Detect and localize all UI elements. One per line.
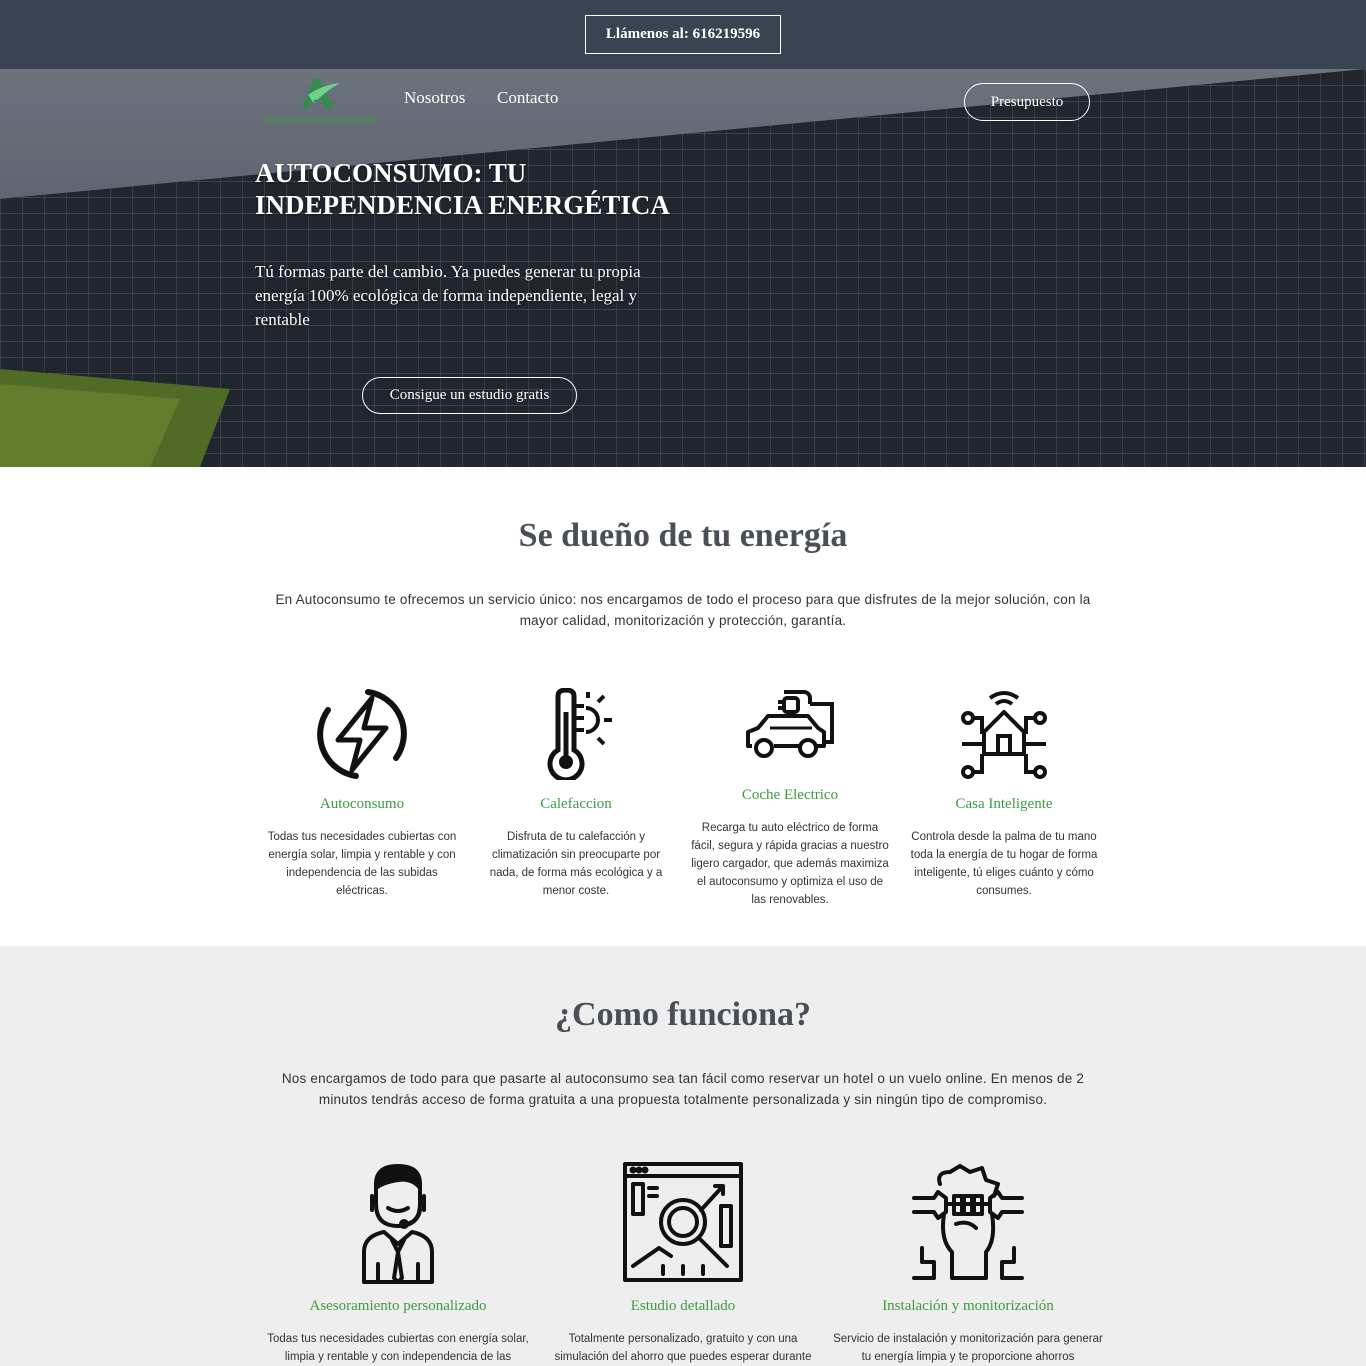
electric-car-icon	[746, 690, 834, 758]
analysis-icon	[623, 1162, 743, 1282]
solar-panels-background	[0, 69, 1366, 467]
step-estudio: Estudio detallado Totalmente personaliza…	[543, 1160, 823, 1363]
feature-title: Autoconsumo	[319, 796, 405, 812]
services-intro: En Autoconsumo te ofrecemos un servicio …	[275, 592, 1091, 628]
lightning-icon	[317, 689, 407, 779]
nav-contacto[interactable]: Contacto	[497, 88, 558, 108]
hero-text: Tú formas parte del cambio. Ya puedes ge…	[255, 262, 641, 329]
step-title: Instalación y monitorización	[882, 1298, 1054, 1314]
budget-button[interactable]: Presupuesto	[964, 83, 1090, 121]
feature-title: Casa Inteligente	[955, 796, 1053, 812]
hero-title: AUTOCONSUMO: TU INDEPENDENCIA ENERGÉTICA	[255, 158, 670, 220]
feature-text: Recarga tu auto eléctrico de forma fácil…	[691, 822, 889, 906]
step-asesoramiento: Asesoramiento personalizado Todas tus ne…	[258, 1160, 538, 1363]
feature-casa: Casa Inteligente Controla desde la palma…	[904, 688, 1104, 897]
step-instalacion: Instalación y monitorización Servicio de…	[828, 1160, 1108, 1363]
services-title: Se dueño de tu energía	[518, 517, 848, 554]
top-bar: Llámenos al: 616219596	[0, 0, 1366, 69]
feature-text: Controla desde la palma de tu mano toda …	[910, 831, 1098, 897]
feature-autoconsumo: Autoconsumo Todas tus necesidades cubier…	[262, 688, 462, 897]
call-button[interactable]: Llámenos al: 616219596	[585, 15, 781, 54]
hero-section: Nosotros Contacto Presupuesto AUTOCONSUM…	[0, 69, 1366, 467]
how-intro: Nos encargamos de todo para que pasarte …	[281, 1071, 1085, 1107]
feature-coche: Coche Electrico Recarga tu auto eléctric…	[690, 688, 890, 906]
installation-icon	[912, 1164, 1024, 1280]
how-title: ¿Como funciona?	[555, 996, 811, 1033]
feature-text: Todas tus necesidades cubiertas con ener…	[267, 831, 457, 897]
feature-title: Calefaccion	[540, 796, 612, 812]
step-text: Todas tus necesidades cubiertas con ener…	[267, 1333, 529, 1363]
free-study-button[interactable]: Consigue un estudio gratis	[362, 377, 577, 414]
advisor-icon	[362, 1164, 434, 1284]
step-text: Servicio de instalación y monitorización…	[833, 1333, 1103, 1363]
step-text: Totalmente personalizado, gratuito y con…	[554, 1333, 812, 1363]
thermometer-icon	[547, 688, 612, 780]
nav-nosotros[interactable]: Nosotros	[404, 88, 465, 108]
step-title: Asesoramiento personalizado	[309, 1298, 487, 1314]
feature-title: Coche Electrico	[741, 787, 839, 803]
feature-calefaccion: Calefaccion Disfruta de tu calefacción y…	[476, 688, 676, 897]
smart-home-icon	[961, 691, 1047, 779]
logo-icon	[264, 79, 376, 123]
step-title: Estudio detallado	[630, 1298, 736, 1314]
feature-text: Disfruta de tu calefacción y climatizaci…	[489, 831, 663, 897]
logo[interactable]	[262, 75, 378, 129]
